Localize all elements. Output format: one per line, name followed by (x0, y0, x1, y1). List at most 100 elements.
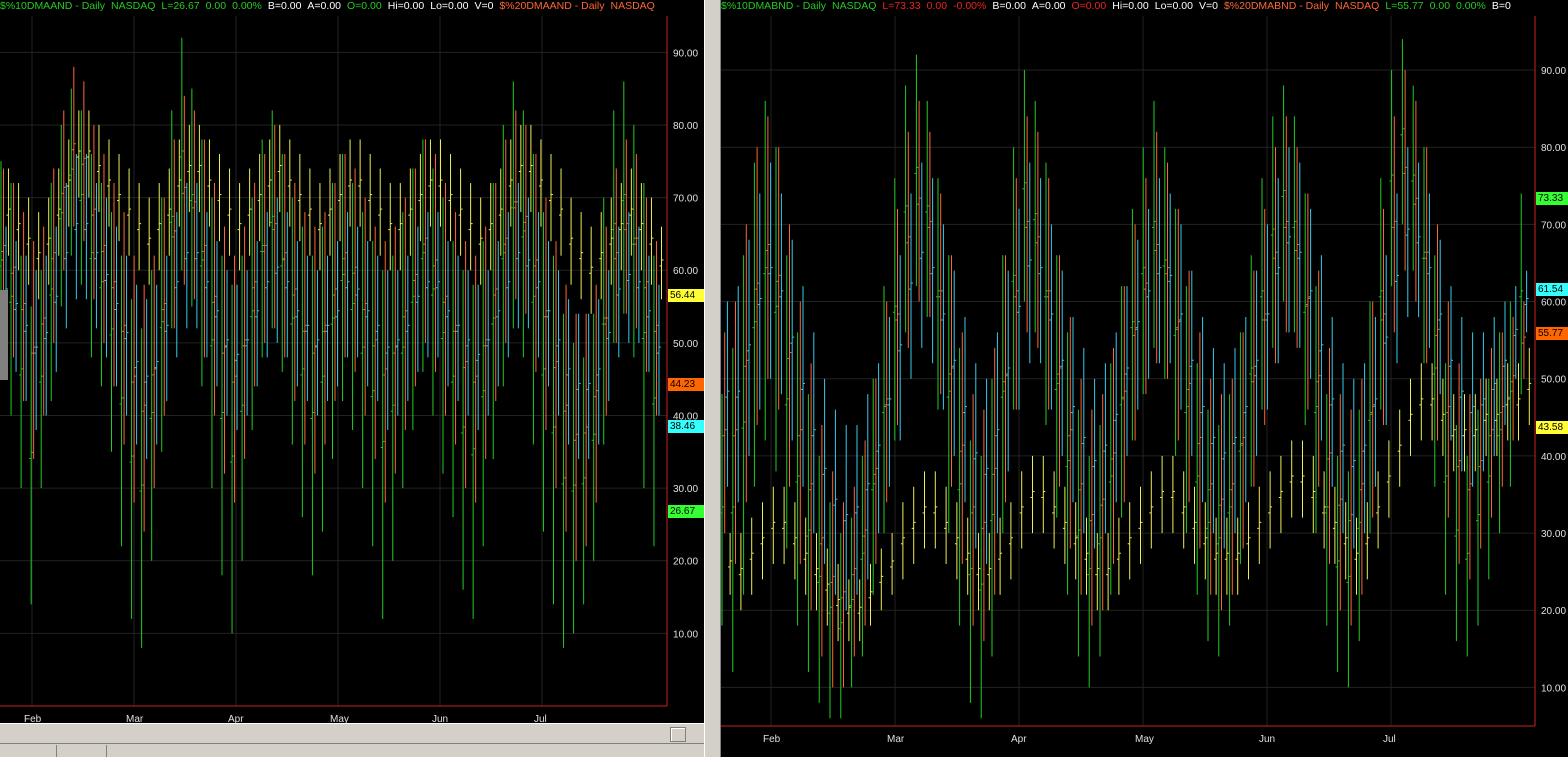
ohlc-bar (388, 183, 393, 271)
pane-splitter[interactable] (704, 0, 721, 757)
right-chart-plot[interactable]: 10.00 20.00 30.00 40.00 50.00 60.00 70.00 80.00… (721, 0, 1568, 757)
ohlc-bar (559, 168, 564, 256)
ohlc-bar (654, 241, 659, 416)
ohlc-bar (526, 197, 531, 329)
ohlc-bar (69, 88, 74, 256)
ohlc-bar (1030, 455, 1035, 534)
ohlc-bar (157, 183, 162, 271)
ohlc-bar (1378, 178, 1383, 410)
ohlc-bar (1270, 116, 1275, 348)
ohlc-bar (1214, 517, 1219, 595)
ohlc-bar (1157, 178, 1162, 364)
ohlc-bar (728, 533, 733, 595)
ohlc-bar (1438, 239, 1443, 395)
ohlc-bar (1354, 517, 1359, 595)
right-chart-pane[interactable]: $%10DMABND - Daily NASDAQ L=73.33 0.00 -0.00… (721, 0, 1568, 757)
ohlc-bar (36, 212, 41, 300)
ohlc-bar (1219, 394, 1224, 611)
ohlc-bar (122, 212, 127, 445)
ohlc-bar (1084, 517, 1089, 595)
ohlc-bar (1268, 471, 1273, 549)
ohlc-bar (876, 363, 881, 534)
ohlc-bar (814, 533, 819, 611)
ohlc-bar (1443, 363, 1448, 595)
left-chart-plot[interactable]: 10.0020.0030.0040.0050.0060.0070.0080.00… (0, 0, 704, 723)
left-chart-pane[interactable]: $%10DMAAND - Daily NASDAQ L=26.67 0.00 0.00%… (0, 0, 704, 757)
ohlc-bar (611, 110, 616, 343)
ohlc-bar (106, 139, 111, 227)
scroll-thumb[interactable] (670, 727, 686, 742)
last-price-label: 61.54 (1536, 282, 1568, 296)
sheet-tab[interactable] (8, 745, 57, 757)
ohlc-bar (1081, 347, 1086, 534)
ohlc-bar (1127, 502, 1132, 580)
ohlc-bar (1044, 162, 1048, 426)
ohlc-bar (546, 241, 551, 387)
ohlc-bar (1365, 502, 1370, 580)
ohlc-bar (1516, 363, 1521, 441)
ohlc-bar (1133, 224, 1138, 441)
ohlc-bar (262, 154, 267, 343)
ohlc-bar (478, 197, 483, 285)
ohlc-bar (71, 66, 76, 227)
y-tick-label: 70.00 (1541, 220, 1566, 231)
ohlc-bar (227, 168, 232, 256)
ohlc-bar (1381, 208, 1386, 426)
ohlc-bar (1370, 301, 1375, 518)
ohlc-bar (476, 284, 481, 430)
y-tick-label: 10.00 (673, 629, 698, 640)
last-price-label: 43.58 (1536, 421, 1568, 435)
ohlc-bar (320, 226, 325, 532)
ohlc-bar (252, 183, 257, 387)
ohlc-bar (933, 471, 938, 549)
ohlc-bar (992, 347, 997, 595)
ohlc-bar (1130, 208, 1135, 441)
ohlc-bar (1138, 486, 1143, 564)
ohlc-bar (1416, 162, 1421, 317)
ohlc-bar (86, 110, 91, 198)
ohlc-bar (127, 168, 132, 256)
ohlc-bar (1022, 70, 1027, 302)
ohlc-bar (114, 226, 119, 387)
ohlc-bar (744, 224, 749, 503)
ohlc-bar (741, 255, 746, 595)
ohlc-bar (343, 154, 348, 358)
last-price-label: 38.46 (668, 419, 704, 433)
ohlc-bar (936, 178, 940, 410)
ohlc-bar (779, 193, 784, 395)
ohlc-bar (1289, 440, 1294, 518)
ohlc-bar (1343, 502, 1348, 580)
ohlc-bar (1243, 316, 1248, 503)
ohlc-bar (350, 183, 355, 430)
ohlc-bar (965, 517, 970, 595)
ohlc-bar (803, 517, 808, 595)
ohlc-bar (1265, 224, 1270, 410)
ohlc-bar (378, 168, 383, 256)
ohlc-bar (400, 212, 405, 489)
sheet-tab[interactable] (58, 745, 107, 757)
horizontal-scrollbar[interactable] (0, 723, 704, 744)
x-tick-label: Jul (1383, 734, 1396, 745)
ohlc-bar (817, 455, 822, 703)
ohlc-bar (944, 486, 949, 564)
ohlc-bar (1359, 378, 1364, 595)
ohlc-bar (1203, 502, 1208, 580)
ohlc-bar (250, 197, 255, 430)
ohlc-bar (501, 124, 506, 387)
ohlc-bar (1041, 455, 1046, 534)
y-tick-label: 10.00 (1541, 683, 1566, 694)
ohlc-bar (340, 154, 345, 401)
ohlc-bar (1176, 208, 1181, 441)
ohlc-bar (516, 183, 521, 329)
ohlc-bar (1465, 455, 1470, 657)
ohlc-bar (1184, 286, 1189, 534)
ohlc-bar (204, 212, 209, 358)
last-price-label: 73.33 (1536, 191, 1568, 205)
ohlc-bar (725, 301, 730, 487)
ohlc-bar (212, 183, 217, 416)
ohlc-bar (554, 241, 559, 489)
ohlc-bar (270, 110, 275, 329)
side-panel-handle[interactable] (0, 290, 8, 380)
ohlc-bar (631, 124, 636, 358)
ohlc-bar (1260, 178, 1264, 410)
